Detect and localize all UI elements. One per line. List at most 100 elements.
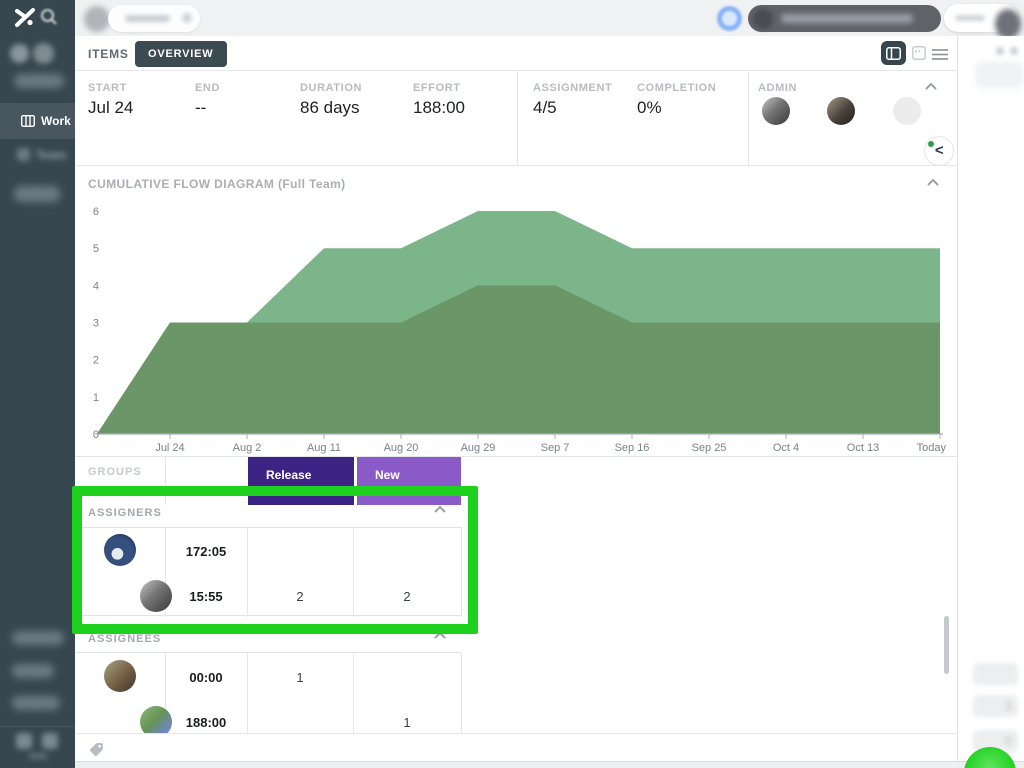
admin-collapse-chevron-icon[interactable] [924,82,938,90]
view-toggle-columns-button[interactable] [881,41,906,65]
svg-text:Sep 25: Sep 25 [692,442,727,454]
stat-label: START [88,82,133,94]
svg-text:4: 4 [93,280,99,292]
svg-text:Aug 29: Aug 29 [461,442,496,454]
sidebar-item-team[interactable]: Team [36,148,66,162]
sidebar-item-blurred[interactable] [14,74,64,88]
assignee-avatar [104,660,136,692]
stat-completion: COMPLETION 0% [637,82,716,118]
close-tab-icon[interactable] [182,13,192,23]
blurred-avatar[interactable] [84,6,110,32]
floating-badge-count: 3 [1005,699,1012,713]
top-tab-strip [75,0,1024,37]
svg-text:Aug 11: Aug 11 [307,442,341,454]
sidebar: Work Team [0,0,75,768]
svg-text:2: 2 [93,355,99,367]
app-logo-icon[interactable] [13,7,37,29]
annotation-highlight-box [72,486,478,634]
cumulative-flow-chart: Jul 24 Aug 2 Aug 11 Aug 20 Aug 29 Sep 7 Sep 16… [75,194,958,458]
blurred-chip-text [955,15,985,21]
sidebar-blurred-avatar[interactable] [33,43,54,64]
sidebar-blurred-avatar[interactable] [10,44,29,63]
admin-avatar[interactable] [893,97,921,125]
svg-text:Oct 4: Oct 4 [773,442,799,454]
svg-text:Sep 16: Sep 16 [615,442,650,454]
floating-button[interactable]: 3 [973,695,1018,717]
assignees-label: ASSIGNEES [88,633,161,645]
menu-button[interactable] [931,48,949,60]
sidebar-item-blurred[interactable] [12,664,54,678]
stat-value: 188:00 [413,98,465,118]
svg-text:6: 6 [93,206,99,218]
svg-text:1: 1 [93,392,99,404]
assignee-new-count: 1 [353,715,461,730]
stat-assignment: ASSIGNMENT 4/5 [533,82,612,118]
team-icon [17,148,30,161]
stat-label: END [195,82,220,94]
sidebar-bottom-icon[interactable] [16,733,32,749]
assignee-time: 188:00 [165,715,247,730]
browser-tab[interactable] [108,5,200,32]
sidebar-item-blurred[interactable] [12,631,64,645]
assignee-time: 00:00 [165,670,247,685]
search-icon[interactable] [40,8,58,26]
stat-value: 86 days [300,98,362,118]
bottom-strip [75,761,1024,768]
svg-text:Aug 20: Aug 20 [384,442,419,454]
view-toggle-board-button[interactable] [911,45,927,61]
svg-text:Jul 24: Jul 24 [155,442,184,454]
floating-button[interactable] [973,663,1018,685]
svg-text:Oct 13: Oct 13 [847,442,879,454]
columns-view-icon [886,47,901,60]
blurred-panel [975,62,1024,88]
stat-value: 4/5 [533,98,612,118]
stat-value: -- [195,98,220,118]
sidebar-item-blurred[interactable] [14,186,60,202]
sidebar-item-blurred[interactable] [12,696,60,710]
account-chip[interactable] [944,4,1018,32]
chart-collapse-chevron-icon[interactable] [926,178,940,186]
blurred-chip-avatar [995,9,1021,39]
svg-text:0: 0 [93,429,99,441]
blurred-pill-text [781,14,913,23]
stat-duration: DURATION 86 days [300,82,362,118]
main-panel: ITEMS OVERVIEW START Jul [75,36,958,761]
admin-avatar[interactable] [827,97,855,125]
svg-text:5: 5 [93,243,99,255]
stat-label: ASSIGNMENT [533,82,612,94]
scrollbar-thumb[interactable] [944,616,949,674]
blurred-dot [996,47,1004,55]
stat-label: COMPLETION [637,82,716,94]
blurred-pill-icon [753,9,773,29]
svg-text:Sep 7: Sep 7 [541,442,570,454]
sharing-indicator-pill[interactable] [748,5,941,32]
chart-title: CUMULATIVE FLOW DIAGRAM (Full Team) [88,177,346,191]
assignees-table: 00:00 1 188:00 1 [75,652,462,733]
sidebar-bottom-icon[interactable] [42,733,58,749]
blurred-dot [1010,47,1018,55]
svg-text:3: 3 [93,318,99,330]
stat-value: 0% [637,98,716,118]
blue-ring-indicator-icon[interactable] [717,6,742,31]
tab-items[interactable]: ITEMS [88,47,129,61]
stat-label: EFFORT [413,82,465,94]
admin-label: ADMIN [758,82,797,94]
stat-start: START Jul 24 [88,82,133,118]
stat-label: DURATION [300,82,362,94]
sidebar-item-work-label: Work [41,114,71,128]
board-icon [21,115,35,127]
sidebar-divider [0,726,75,727]
assignee-release-count: 1 [247,670,353,685]
tag-icon[interactable] [88,742,105,759]
tab-overview[interactable]: OVERVIEW [135,41,227,67]
hamburger-menu-icon [932,49,948,60]
svg-text:Today: Today [917,442,947,454]
svg-text:Aug 2: Aug 2 [233,442,262,454]
board-view-icon [912,46,926,60]
groups-label: GROUPS [88,466,142,478]
stat-end: END -- [195,82,220,118]
stat-value: Jul 24 [88,98,133,118]
admin-avatar[interactable] [762,97,790,125]
admin-avatar[interactable] [924,136,954,166]
sidebar-item-work[interactable]: Work [0,103,75,139]
